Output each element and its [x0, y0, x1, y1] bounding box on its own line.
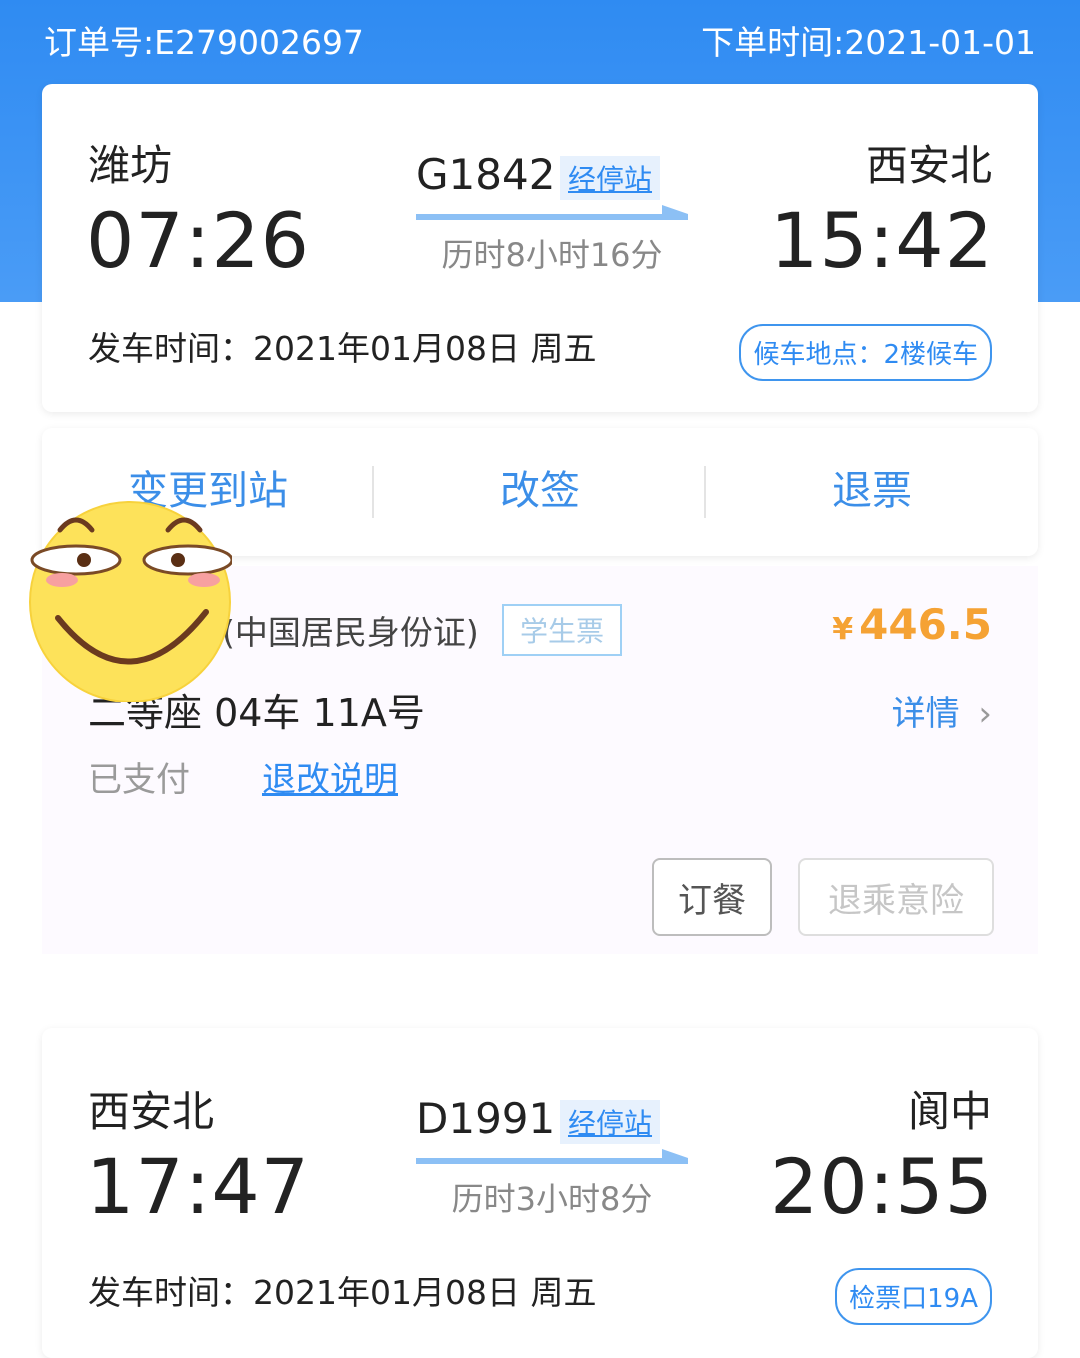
arrival-time: 15:42: [769, 196, 994, 285]
arrival-city: 西安北: [865, 141, 992, 190]
ticket-price: ¥446.5: [832, 600, 992, 649]
departure-time: 07:26: [86, 196, 311, 285]
train-number: G1842: [416, 150, 556, 199]
reschedule-button[interactable]: 改签: [374, 458, 706, 516]
waiting-area-badge: 候车地点：2楼候车: [739, 324, 992, 381]
price-value: 446.5: [859, 600, 992, 649]
refund-rules-link[interactable]: 退改说明: [262, 752, 398, 801]
ticket-type-badge: 学生票: [502, 604, 623, 656]
trip-card-1: 潍坊 西安北 07:26 15:42 G1842 经停站 历时8小时16分 发车…: [42, 84, 1038, 412]
order-info-bar: 订单号:E279002697 下单时间:2021-01-01: [0, 16, 1080, 62]
trip-duration: 历时8小时16分: [441, 236, 663, 274]
currency-symbol: ¥: [832, 612, 854, 647]
order-time: 下单时间:2021-01-01: [701, 23, 1036, 62]
refund-button[interactable]: 退票: [706, 458, 1038, 516]
order-number: 订单号:E279002697: [44, 23, 364, 62]
smiley-sticker-icon: [29, 501, 232, 702]
stops-link[interactable]: 经停站: [560, 1100, 661, 1144]
payment-status: 已支付: [88, 760, 190, 800]
ticket-gate-badge: 检票口19A: [835, 1268, 992, 1325]
id-type: (中国居民身份证): [222, 613, 479, 652]
departure-date: 发车时间：2021年01月08日 周五: [88, 1273, 597, 1312]
departure-city: 潍坊: [88, 141, 173, 190]
departure-city: 西安北: [88, 1087, 215, 1136]
order-meal-button[interactable]: 订餐: [652, 858, 772, 936]
chevron-right-icon: ›: [978, 694, 992, 734]
cancel-insurance-button[interactable]: 退乘意险: [798, 858, 994, 936]
departure-date: 发车时间：2021年01月08日 周五: [88, 329, 597, 368]
trip-duration: 历时3小时8分: [451, 1180, 653, 1218]
route-arrow: [416, 1158, 688, 1164]
arrow-head-icon: [662, 1149, 688, 1162]
departure-time: 17:47: [86, 1142, 311, 1231]
arrival-time: 20:55: [769, 1142, 994, 1231]
route-arrow: [416, 214, 688, 220]
arrow-head-icon: [662, 205, 688, 218]
arrival-city: 阆中: [907, 1087, 992, 1136]
detail-link[interactable]: 详情 ›: [892, 686, 992, 735]
stops-link[interactable]: 经停站: [560, 156, 661, 200]
trip-card-2: 西安北 阆中 17:47 20:55 D1991 经停站 历时3小时8分 发车时…: [42, 1028, 1038, 1358]
train-number: D1991: [416, 1094, 556, 1143]
detail-label: 详情: [891, 694, 960, 734]
